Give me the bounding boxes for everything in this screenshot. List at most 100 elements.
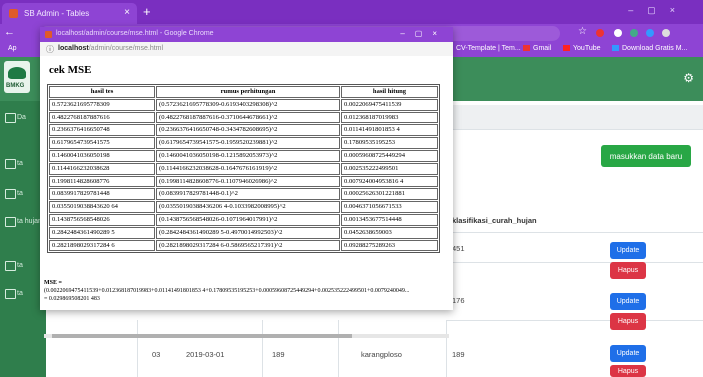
table-cell: 0.0452638659003 [341, 226, 438, 239]
gmail-icon [523, 45, 530, 51]
table-cell: 0.0022069475411539 [341, 98, 438, 111]
table-row: 0.0839917829781448 (0.0839917829781448-0.… [49, 188, 438, 201]
update-button[interactable]: Update [610, 293, 646, 310]
window-controls[interactable]: –▢× [628, 5, 689, 16]
row-divider [446, 320, 703, 321]
update-button[interactable]: Update [610, 242, 646, 259]
delete-button[interactable]: Hapus [610, 365, 646, 377]
table-cell: 0.1998114828608776 [49, 175, 155, 188]
table-cell: (0.1144166232038628-0.1647676161919)^2 [156, 162, 340, 175]
table-cell: (0.5723621695778309-0.6193403298308)^2 [156, 98, 340, 111]
table-cell: (0.2821898029317284 6-0.5869565217391)^2 [156, 239, 340, 252]
back-arrow-icon[interactable]: ← [4, 26, 15, 38]
cell-value: 451 [452, 244, 465, 253]
table-cell: (0.1438756568548026-0.1071964017991)^2 [156, 213, 340, 226]
table-row: 0.2366376416650748 (0.2366376416650748-0.… [49, 124, 438, 137]
table-row: 0.1998114828608776 (0.1998114828608776-0.… [49, 175, 438, 188]
table-row: 0.1438756568548026 (0.1438756568548026-0.… [49, 213, 438, 226]
mse-table: hasil tes rumus perhitungan hasil hitung 0… [47, 84, 440, 254]
table-cell: (0.1998114828608776-0.1107946026986)^2 [156, 175, 340, 188]
favicon-icon [45, 31, 52, 38]
new-tab-icon[interactable]: + [143, 4, 151, 19]
table-cell: (0.0839917829781448-0.1)^2 [156, 188, 340, 201]
cell-value: 189 [272, 350, 285, 359]
table-cell: (0.1460041036050198-0.1215892053973)^2 [156, 149, 340, 162]
popup-titlebar: localhost/admin/course/mse.html - Google… [40, 27, 453, 42]
cell-date: 2019-03-01 [186, 350, 225, 359]
info-icon[interactable]: ⓘ [46, 44, 54, 55]
table-icon [5, 159, 16, 169]
cell-no: 03 [152, 350, 161, 359]
table-cell: 0.2842484361490289 5 [49, 226, 155, 239]
table-icon [5, 189, 16, 199]
popup-window-controls[interactable]: –▢× [400, 29, 447, 38]
table-cell: 0.01141491801853 4 [341, 124, 438, 137]
column-divider [338, 320, 339, 377]
table-row: 0.0355019038843620 64 (0.0355019038843620… [49, 201, 438, 213]
bookmark-download[interactable]: Download Gratis M... [612, 45, 687, 52]
browser-tab-bar: SB Admin - Tables × + –▢× [0, 0, 703, 24]
page-title: cek MSE [49, 64, 92, 76]
table-cell: 0.0355019038843620 64 [49, 201, 155, 213]
column-header-klasifikasi: klasifikasi_curah_hujan [452, 216, 537, 225]
table-cell: 0.2366376416650748 [49, 124, 155, 137]
mse-formula: (0.0022069475411539+0.012368187019983+0.… [44, 288, 410, 294]
table-cell: 0.1460041036050198 [49, 149, 155, 162]
table-cell: 0.5723621695778309 [49, 98, 155, 111]
table-cell: (0.6179654739541575-0.1959520239881)^2 [156, 137, 340, 149]
table-cell: 0.0013453677514448 [341, 213, 438, 226]
update-button[interactable]: Update [610, 345, 646, 362]
cell-value: 176 [452, 296, 465, 305]
table-cell: (0.2366376416650748-0.3434782608695)^2 [156, 124, 340, 137]
extension-icon[interactable] [614, 29, 622, 37]
settings-icon[interactable]: ⚙ [683, 71, 694, 85]
extension-icon[interactable] [662, 29, 670, 37]
column-header: hasil hitung [341, 86, 438, 98]
breadcrumb-bar [440, 105, 703, 130]
browser-tab[interactable]: SB Admin - Tables × [2, 3, 137, 24]
bookmark-cv-template[interactable]: CV-Template | Tem... [456, 45, 521, 52]
table-row: 0.5723621695778309 (0.5723621695778309-0.… [49, 98, 438, 111]
delete-button[interactable]: Hapus [610, 313, 646, 330]
popup-title: localhost/admin/course/mse.html - Google… [56, 30, 214, 37]
table-cell: 0.17809535195253 [341, 137, 438, 149]
horizontal-scrollbar[interactable] [44, 334, 449, 338]
youtube-icon [563, 45, 570, 51]
mse-result: MSE = (0.0022069475411539+0.012368187019… [44, 280, 410, 302]
column-header: rumus perhitungan [156, 86, 340, 98]
table-row: 0.6179654739541575 (0.6179654739541575-0.… [49, 137, 438, 149]
table-row: 0.2842484361490289 5 (0.2842484361490289 … [49, 226, 438, 239]
extension-icon[interactable] [646, 29, 654, 37]
table-cell: (0.03550190388436206 4-0.1033982008995)^… [156, 201, 340, 213]
table-cell: (0.4822768187887616-0.3710644678661)^2 [156, 111, 340, 124]
cell-location: karangploso [361, 350, 402, 359]
favicon-icon [9, 9, 18, 18]
table-cell: 0.0839917829781448 [49, 188, 155, 201]
cell-value: 189 [452, 350, 465, 359]
table-cell: 0.007924004953816 4 [341, 175, 438, 188]
table-cell: 0.1438756568548026 [49, 213, 155, 226]
table-icon [5, 217, 16, 227]
delete-button[interactable]: Hapus [610, 262, 646, 279]
extension-icon[interactable] [630, 29, 638, 37]
table-cell: 0.09288275289263 [341, 239, 438, 252]
column-header: hasil tes [49, 86, 155, 98]
table-icon [5, 289, 16, 299]
table-cell: 0.012368187019983 [341, 111, 438, 124]
table-cell: 0.0046371056671533 [341, 201, 438, 213]
table-row: 0.1144166232038628 (0.1144166232038628-0.… [49, 162, 438, 175]
add-data-button[interactable]: masukkan data baru [601, 145, 691, 167]
extension-icon[interactable] [596, 29, 604, 37]
bookmark-youtube[interactable]: YouTube [563, 45, 601, 52]
bookmark-apps[interactable]: Ap [8, 45, 17, 52]
table-row: 0.2821898029317284 6 (0.2821898029317284 … [49, 239, 438, 252]
bookmark-gmail[interactable]: Gmail [523, 45, 551, 52]
bookmark-star-icon[interactable]: ☆ [578, 26, 587, 37]
table-cell: 0.00025626301221881 [341, 188, 438, 201]
popup-address-bar: ⓘ localhost/admin/course/mse.html [40, 42, 453, 57]
table-row: 0.4822768187887616 (0.4822768187887616-0.… [49, 111, 438, 124]
table-cell: 0.4822768187887616 [49, 111, 155, 124]
column-divider [262, 320, 263, 377]
close-tab-icon[interactable]: × [124, 7, 130, 18]
table-cell: 0.2821898029317284 6 [49, 239, 155, 252]
